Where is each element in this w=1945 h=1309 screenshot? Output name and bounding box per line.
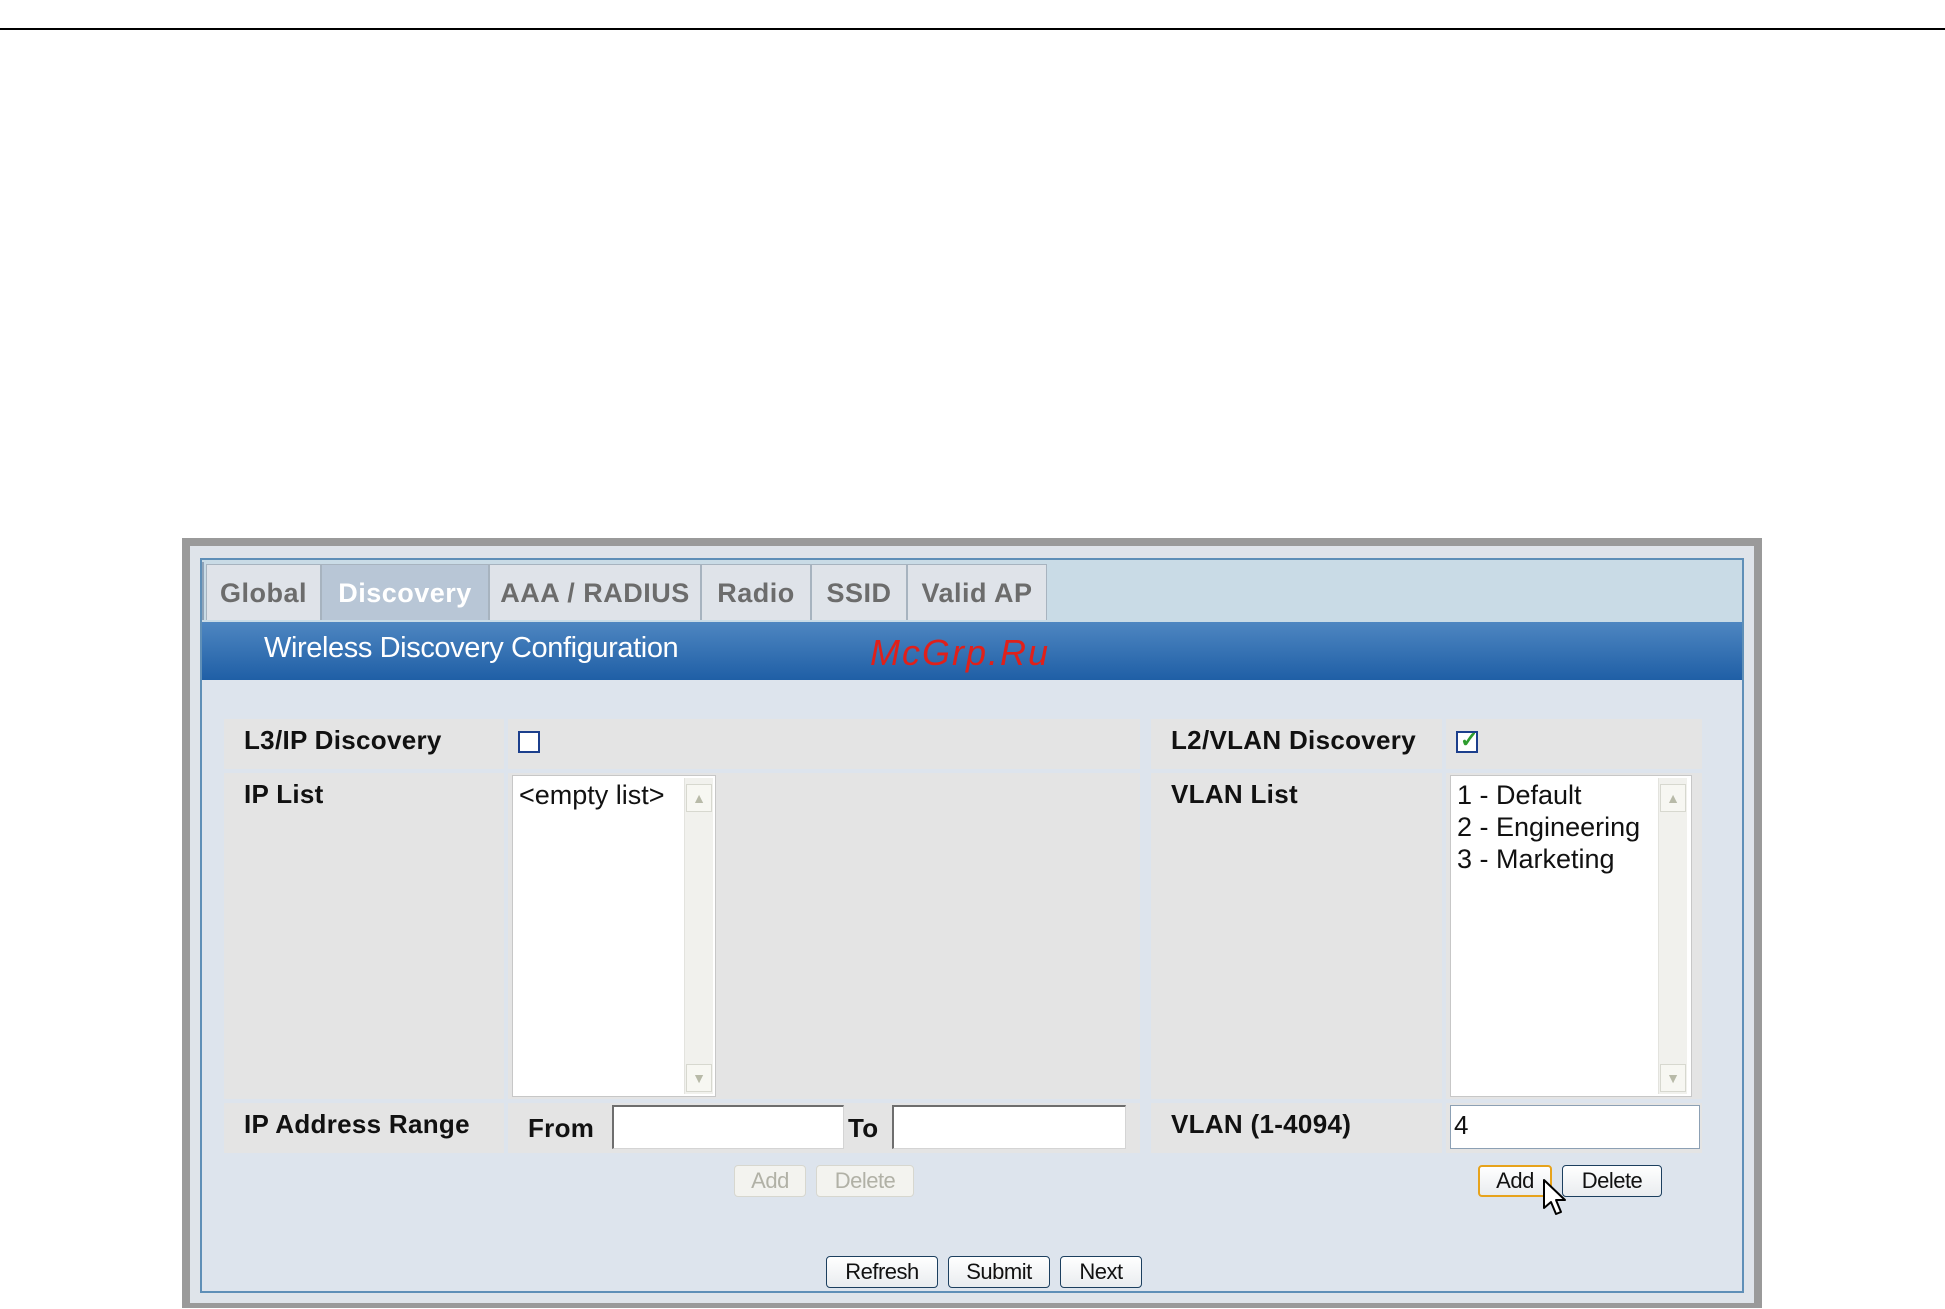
from-label: From [528,1113,595,1143]
l2-discovery-label: L2/VLAN Discovery [1171,725,1416,755]
ip-range-label: IP Address Range [244,1109,470,1139]
l2-discovery-value-cell: ✓ [1446,719,1702,769]
vlan-input-value-cell: 4 [1446,1103,1702,1153]
ip-delete-button[interactable]: Delete [816,1165,914,1197]
l3-discovery-checkbox[interactable] [518,731,540,753]
l2-discovery-checkbox[interactable]: ✓ [1456,727,1478,753]
to-label: To [848,1113,879,1143]
tab-discovery[interactable]: Discovery [321,564,489,620]
ip-range-label-cell: IP Address Range [224,1103,504,1153]
vlan-delete-button[interactable]: Delete [1562,1165,1662,1197]
tab-ssid[interactable]: SSID [811,564,907,620]
tab-bar-edge [202,562,204,620]
tab-global[interactable]: Global [206,564,321,620]
l2-discovery-label-cell: L2/VLAN Discovery [1151,719,1442,769]
vlan-list-value-cell: 1 - Default 2 - Engineering 3 - Marketin… [1446,773,1702,1099]
refresh-button[interactable]: Refresh [826,1256,938,1288]
vlan-list-scrollbar[interactable]: ▲ ▼ [1658,778,1687,1094]
ip-add-button[interactable]: Add [734,1165,806,1197]
scroll-up-icon[interactable]: ▲ [686,784,712,812]
submit-button[interactable]: Submit [948,1256,1050,1288]
vlan-list-label-cell: VLAN List [1151,773,1442,1099]
vlan-input-label: VLAN (1-4094) [1171,1109,1352,1139]
list-item[interactable]: <empty list> [519,780,665,811]
ip-from-input[interactable] [612,1105,844,1149]
list-item[interactable]: 3 - Marketing [1457,844,1615,875]
tab-bar: Global Discovery AAA / RADIUS Radio SSID… [202,560,1742,622]
ip-list-value-cell: <empty list> ▲ ▼ [508,773,1140,1099]
list-item[interactable]: 1 - Default [1457,780,1582,811]
next-button[interactable]: Next [1060,1256,1142,1288]
ip-list-label: IP List [244,779,324,809]
scroll-down-icon[interactable]: ▼ [686,1064,712,1092]
section-header: Wireless Discovery Configuration McGrp.R… [202,622,1742,680]
list-item[interactable]: 2 - Engineering [1457,812,1640,843]
vlan-add-button[interactable]: Add [1478,1165,1552,1197]
ip-to-input[interactable] [892,1105,1126,1149]
top-divider [0,28,1945,30]
page-title: Wireless Discovery Configuration [264,632,679,664]
l3-discovery-value-cell [508,719,1140,769]
scroll-down-icon[interactable]: ▼ [1660,1064,1686,1092]
ip-list-scrollbar[interactable]: ▲ ▼ [684,778,713,1094]
tab-aaa-radius[interactable]: AAA / RADIUS [489,564,701,620]
tab-radio[interactable]: Radio [701,564,811,620]
vlan-input-label-cell: VLAN (1-4094) [1151,1103,1442,1153]
ip-list-label-cell: IP List [224,773,504,1099]
watermark: McGrp.Ru [870,632,1051,673]
vlan-list-listbox[interactable]: 1 - Default 2 - Engineering 3 - Marketin… [1450,775,1692,1097]
tab-valid-ap[interactable]: Valid AP [907,564,1047,620]
vlan-list-label: VLAN List [1171,779,1298,809]
checkmark-icon: ✓ [1460,727,1479,752]
l3-discovery-label-cell: L3/IP Discovery [224,719,504,769]
config-panel: Global Discovery AAA / RADIUS Radio SSID… [190,546,1754,1303]
l3-discovery-label: L3/IP Discovery [244,725,442,755]
mouse-pointer-icon [1543,1179,1566,1215]
ip-list-listbox[interactable]: <empty list> ▲ ▼ [512,775,716,1097]
window-frame: Global Discovery AAA / RADIUS Radio SSID… [182,538,1762,1308]
content-area: Global Discovery AAA / RADIUS Radio SSID… [200,558,1744,1293]
ip-range-value-cell: From To [508,1103,1140,1153]
vlan-id-input[interactable]: 4 [1450,1105,1700,1149]
scroll-up-icon[interactable]: ▲ [1660,784,1686,812]
